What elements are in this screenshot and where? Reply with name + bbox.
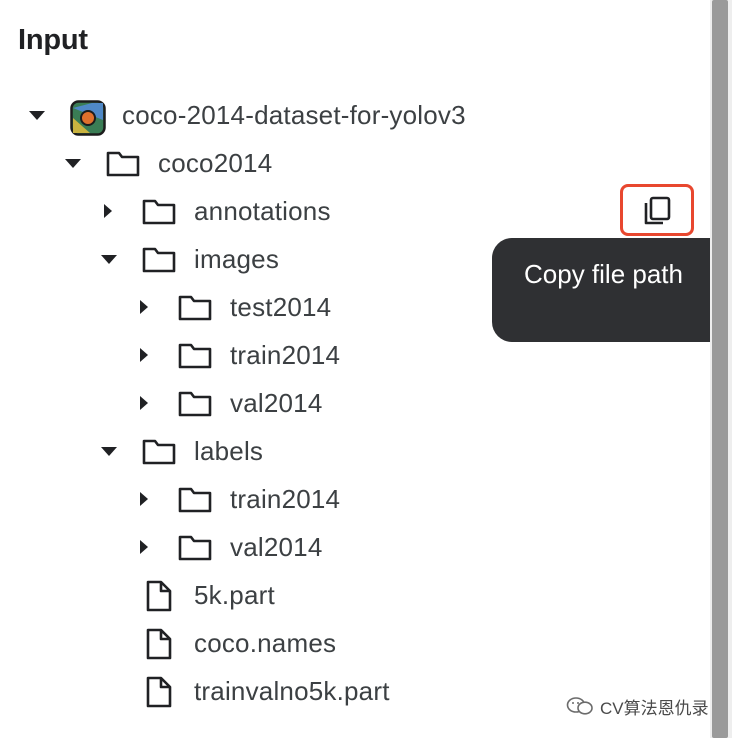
- file-icon: [146, 676, 180, 708]
- folder-icon: [142, 198, 176, 228]
- folder-icon: [106, 150, 140, 180]
- tree-label-labels: labels: [194, 436, 264, 466]
- tree-label-coco2014: coco2014: [158, 148, 273, 178]
- copy-file-path-button[interactable]: [620, 184, 694, 236]
- tree-label-images-train2014: train2014: [230, 340, 341, 370]
- caret-down-icon[interactable]: [26, 92, 48, 140]
- copy-icon: [644, 196, 671, 225]
- folder-icon: [178, 486, 212, 516]
- tree-row-annotations[interactable]: annotations: [0, 188, 700, 236]
- caret-right-icon[interactable]: [134, 380, 156, 428]
- tree-label-annotations: annotations: [194, 196, 331, 226]
- caret-down-icon[interactable]: [98, 428, 120, 476]
- tree-row-dataset[interactable]: coco-2014-dataset-for-yolov3: [0, 92, 700, 140]
- wechat-icon: [566, 697, 593, 715]
- copy-file-path-tooltip: Copy file path: [492, 238, 732, 342]
- tree-label-images-val2014: val2014: [230, 388, 323, 418]
- scrollbar-thumb[interactable]: [712, 0, 728, 738]
- tree-label-dataset: coco-2014-dataset-for-yolov3: [122, 100, 466, 130]
- kaggle-dataset-icon: [70, 100, 106, 136]
- tree-label-labels-train2014: train2014: [230, 484, 341, 514]
- file-tree: coco-2014-dataset-for-yolov3 coco2014 an…: [0, 0, 710, 738]
- input-panel: Input coco-2014-dataset-for-yolov3 coco2…: [0, 0, 732, 738]
- caret-right-icon[interactable]: [134, 524, 156, 572]
- tree-row-trainvalno5k-part[interactable]: trainvalno5k.part: [0, 668, 700, 716]
- tree-label-5k-part: 5k.part: [194, 580, 275, 610]
- tree-label-test2014: test2014: [230, 292, 332, 322]
- tree-row-5k-part[interactable]: 5k.part: [0, 572, 700, 620]
- file-icon: [146, 628, 180, 660]
- tree-label-images: images: [194, 244, 280, 274]
- tree-label-coco-names: coco.names: [194, 628, 337, 658]
- tree-label-trainvalno5k-part: trainvalno5k.part: [194, 676, 390, 706]
- tooltip-text: Copy file path: [524, 259, 683, 289]
- tree-row-labels-val2014[interactable]: val2014: [0, 524, 700, 572]
- folder-icon: [178, 294, 212, 324]
- folder-icon: [178, 534, 212, 564]
- caret-right-icon[interactable]: [98, 188, 120, 236]
- folder-icon: [142, 438, 176, 468]
- tree-row-images-val2014[interactable]: val2014: [0, 380, 700, 428]
- caret-down-icon[interactable]: [62, 140, 84, 188]
- caret-down-icon[interactable]: [98, 236, 120, 284]
- tree-row-labels[interactable]: labels: [0, 428, 700, 476]
- folder-icon: [178, 342, 212, 372]
- folder-icon: [178, 390, 212, 420]
- caret-right-icon[interactable]: [134, 284, 156, 332]
- folder-icon: [142, 246, 176, 276]
- caret-right-icon[interactable]: [134, 332, 156, 380]
- tree-row-coco2014[interactable]: coco2014: [0, 140, 700, 188]
- file-icon: [146, 580, 180, 612]
- tree-row-labels-train2014[interactable]: train2014: [0, 476, 700, 524]
- tree-label-labels-val2014: val2014: [230, 532, 323, 562]
- caret-right-icon[interactable]: [134, 476, 156, 524]
- watermark-text: CV算法恩仇录: [600, 699, 709, 718]
- tree-row-coco-names[interactable]: coco.names: [0, 620, 700, 668]
